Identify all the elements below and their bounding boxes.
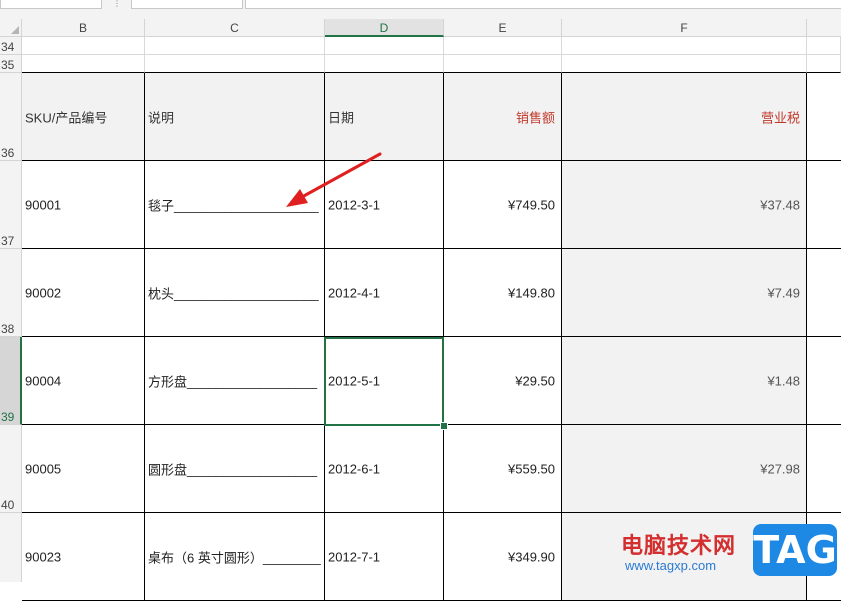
- table-cell-sku[interactable]: 90002: [22, 249, 145, 337]
- cell[interactable]: [807, 55, 841, 73]
- cell[interactable]: [22, 37, 145, 55]
- table-cell-tax[interactable]: ¥1.48: [562, 337, 807, 425]
- table-cell-description[interactable]: 圆形盘__________________: [145, 425, 325, 513]
- table-cell-sku[interactable]: 90001: [22, 161, 145, 249]
- row-header-37[interactable]: 37: [0, 161, 22, 249]
- row-header-41[interactable]: [0, 513, 22, 582]
- watermark-url: www.tagxp.com: [625, 558, 717, 573]
- cell[interactable]: [325, 55, 444, 73]
- selected-cell-outline[interactable]: [324, 337, 444, 426]
- table-cell-sku[interactable]: 90023: [22, 513, 145, 601]
- table-cell-date[interactable]: 2012-7-1: [325, 513, 444, 601]
- column-header-f[interactable]: F: [562, 19, 807, 37]
- cell[interactable]: [807, 425, 841, 513]
- watermark: 电脑技术网 www.tagxp.com TAG: [615, 522, 841, 582]
- annotation-arrow-icon: [286, 152, 382, 207]
- cell[interactable]: [807, 37, 841, 55]
- formula-bar-strip: ⋮: [0, 0, 841, 20]
- header-cell-tax[interactable]: 营业税: [562, 73, 807, 161]
- cell[interactable]: [145, 37, 325, 55]
- table-cell-sku[interactable]: 90005: [22, 425, 145, 513]
- cell[interactable]: [562, 55, 807, 73]
- cell[interactable]: [444, 55, 562, 73]
- table-cell-tax[interactable]: ¥37.48: [562, 161, 807, 249]
- column-header-e[interactable]: E: [444, 19, 562, 37]
- column-header-g[interactable]: [807, 19, 841, 37]
- row-header-34[interactable]: 34: [0, 37, 22, 55]
- table-cell-date[interactable]: 2012-4-1: [325, 249, 444, 337]
- table-cell-description[interactable]: 枕头____________________: [145, 249, 325, 337]
- watermark-tag-logo: TAG: [753, 524, 837, 576]
- header-cell-sales[interactable]: 销售额: [444, 73, 562, 161]
- table-cell-sales[interactable]: ¥29.50: [444, 337, 562, 425]
- table-cell-sku[interactable]: 90004: [22, 337, 145, 425]
- table-cell-description[interactable]: 方形盘__________________: [145, 337, 325, 425]
- row-header-36[interactable]: 36: [0, 73, 22, 161]
- table-cell-sales[interactable]: ¥559.50: [444, 425, 562, 513]
- cell[interactable]: [22, 55, 145, 73]
- table-cell-sales[interactable]: ¥149.80: [444, 249, 562, 337]
- cell[interactable]: [562, 37, 807, 55]
- row-header-38[interactable]: 38: [0, 249, 22, 337]
- column-header-d[interactable]: D: [325, 19, 444, 37]
- column-header-b[interactable]: B: [22, 19, 145, 37]
- table-cell-sales[interactable]: ¥749.50: [444, 161, 562, 249]
- table-cell-tax[interactable]: ¥7.49: [562, 249, 807, 337]
- header-cell-sku[interactable]: SKU/产品编号: [22, 73, 145, 161]
- cell[interactable]: [325, 37, 444, 55]
- cell[interactable]: [145, 55, 325, 73]
- row-header-40[interactable]: 40: [0, 425, 22, 513]
- formula-input[interactable]: [245, 0, 841, 9]
- table-cell-date[interactable]: 2012-6-1: [325, 425, 444, 513]
- select-all-corner[interactable]: [0, 19, 22, 37]
- table-cell-description[interactable]: 桌布（6 英寸圆形）________: [145, 513, 325, 601]
- select-all-icon: [11, 26, 19, 34]
- name-box[interactable]: [0, 0, 102, 9]
- name-box-separator: ⋮: [113, 0, 121, 8]
- formula-buttons[interactable]: [131, 0, 243, 9]
- cell[interactable]: [807, 249, 841, 337]
- table-cell-sales[interactable]: ¥349.90: [444, 513, 562, 601]
- row-header-39[interactable]: 39: [0, 337, 22, 425]
- cell[interactable]: [807, 73, 841, 161]
- cell[interactable]: [444, 37, 562, 55]
- row-header-35[interactable]: 35: [0, 55, 22, 73]
- cell[interactable]: [807, 161, 841, 249]
- table-cell-tax[interactable]: ¥27.98: [562, 425, 807, 513]
- column-header-c[interactable]: C: [145, 19, 325, 37]
- watermark-site-name: 电脑技术网: [621, 534, 737, 559]
- cell[interactable]: [807, 337, 841, 425]
- fill-handle[interactable]: [440, 422, 448, 430]
